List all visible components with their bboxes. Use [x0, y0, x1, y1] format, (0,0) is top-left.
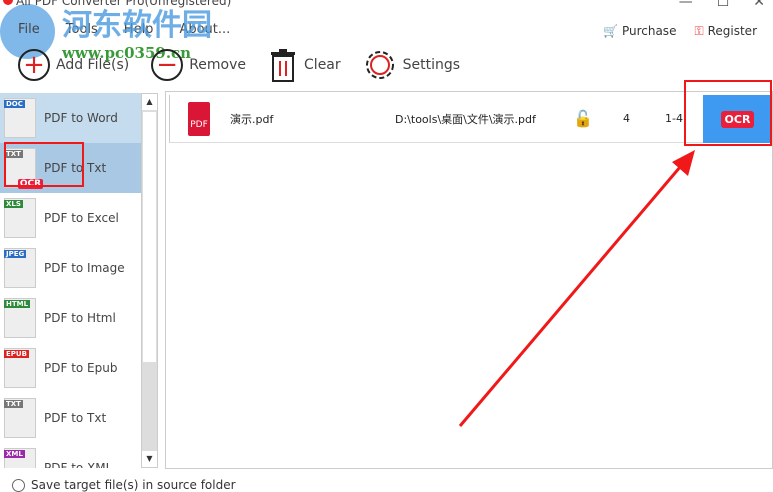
radio-button[interactable] — [12, 478, 25, 492]
save-option[interactable]: Save target file(s) in source folder — [12, 478, 236, 492]
annotation-arrow — [458, 150, 695, 427]
save-option-label: Save target file(s) in source folder — [31, 478, 236, 492]
